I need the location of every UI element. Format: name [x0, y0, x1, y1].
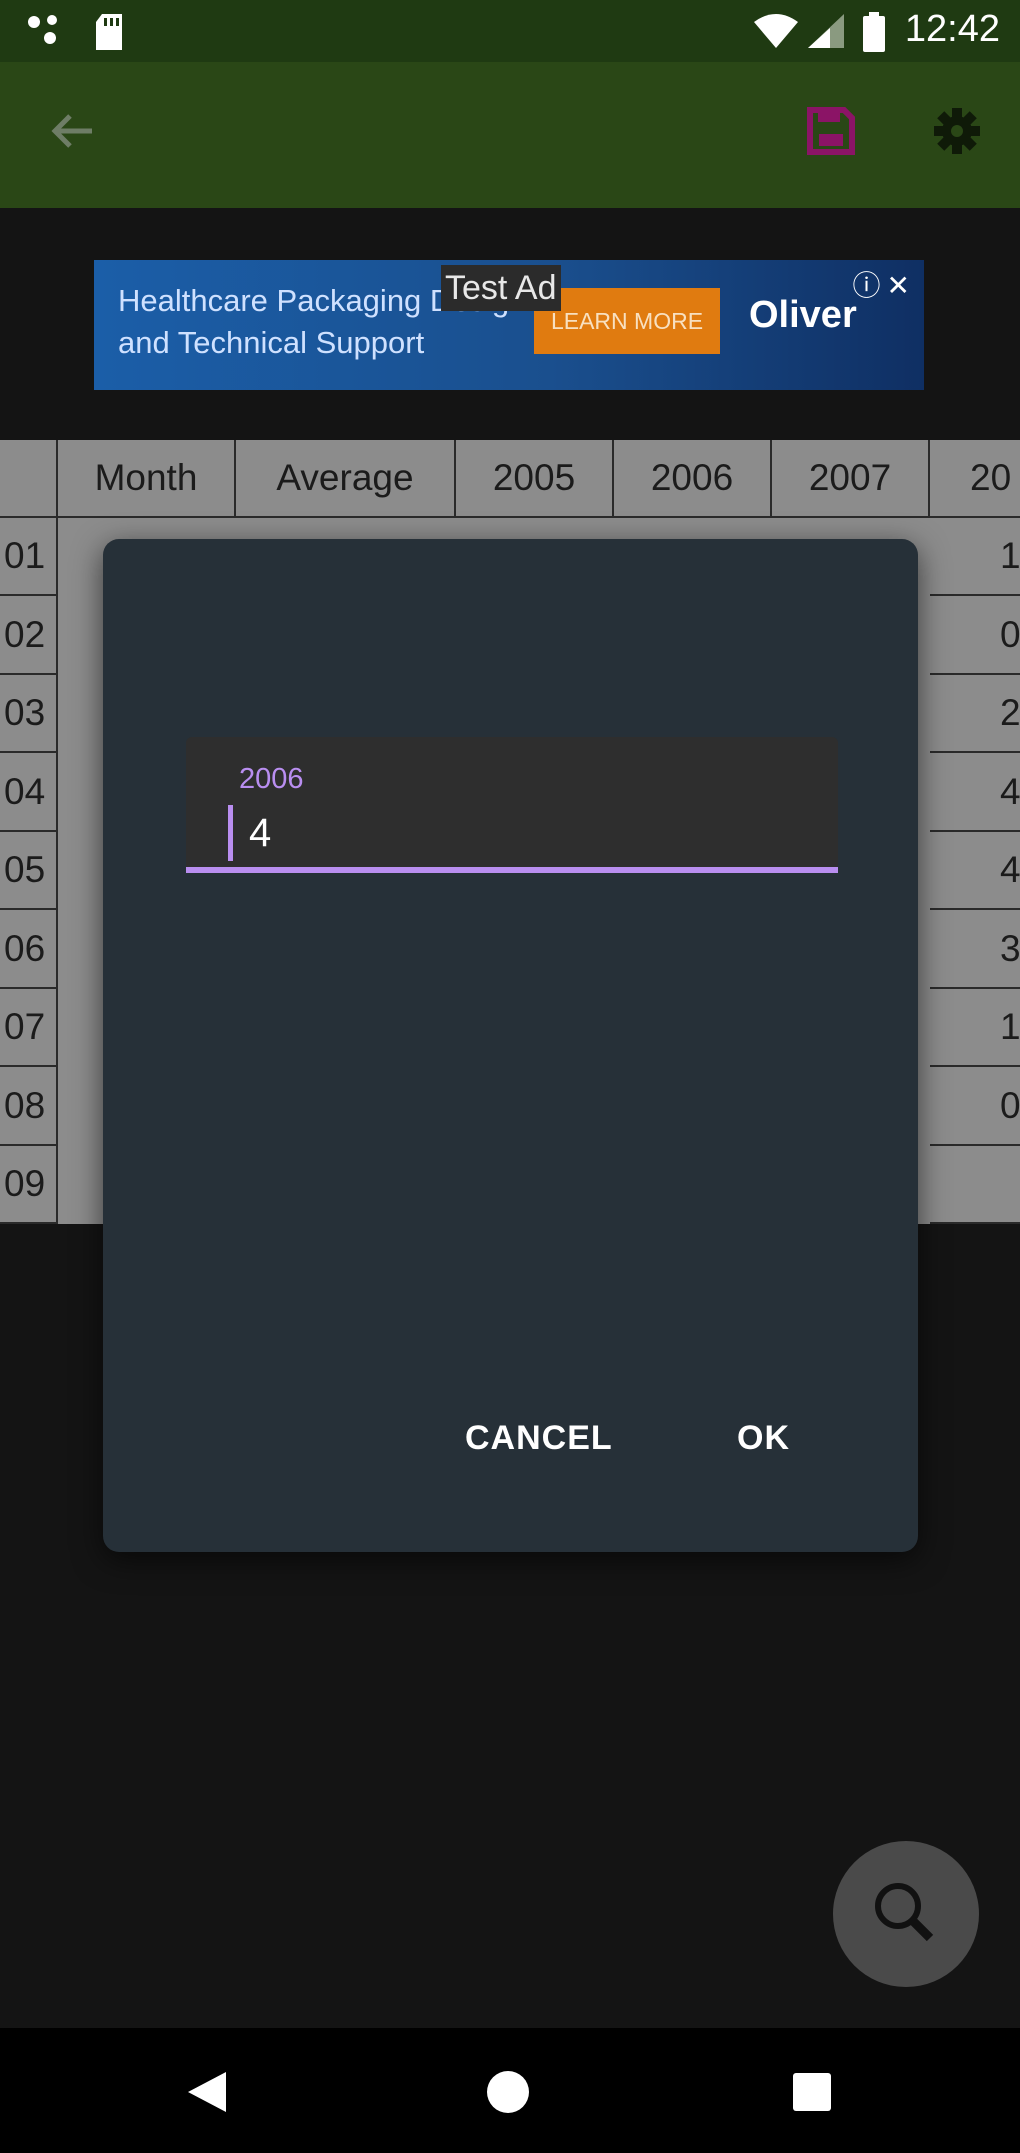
recents-square-icon[interactable] [792, 2072, 832, 2112]
table-cell[interactable] [930, 1146, 1020, 1224]
table-cell[interactable]: 4 [930, 753, 1020, 832]
row-label: 06 [0, 910, 58, 989]
field-underline [186, 867, 838, 873]
ad-brand-name: Oliver [749, 294, 857, 336]
search-fab[interactable] [833, 1841, 979, 1987]
search-icon [875, 1883, 934, 1942]
notification-dots-icon [28, 15, 57, 44]
table-corner-cell [0, 440, 58, 518]
column-header[interactable]: 2005 [456, 440, 614, 518]
sd-card-icon [96, 14, 122, 50]
row-label: 03 [0, 675, 58, 753]
row-label: 05 [0, 832, 58, 910]
edit-value-dialog: 2006 4 CANCEL OK [103, 539, 918, 1552]
save-icon[interactable] [806, 106, 856, 156]
status-time: 12:42 [904, 8, 1000, 50]
table-cell[interactable]: 0 [930, 1067, 1020, 1146]
ad-brand-logo: Oliver [749, 294, 857, 337]
field-label: 2006 [239, 763, 304, 795]
ad-learn-more-button[interactable]: LEARN MORE [534, 288, 720, 354]
row-label: 09 [0, 1146, 58, 1224]
field-value[interactable]: 4 [228, 805, 271, 861]
gear-icon[interactable] [932, 106, 982, 156]
row-label: 04 [0, 753, 58, 832]
app-toolbar [0, 62, 1020, 208]
column-header[interactable]: 2006 [614, 440, 772, 518]
row-label: 08 [0, 1067, 58, 1146]
table-cell[interactable]: 3 [930, 910, 1020, 989]
system-nav-bar [0, 2028, 1020, 2153]
column-header[interactable]: Month [58, 440, 236, 518]
cancel-button[interactable]: CANCEL [465, 1419, 613, 1458]
table-cell[interactable]: 2 [930, 675, 1020, 753]
home-circle-icon[interactable] [486, 2070, 530, 2114]
table-cell[interactable]: 4 [930, 832, 1020, 910]
table-cell[interactable]: 1 [930, 989, 1020, 1067]
table-cell[interactable]: 0 [930, 596, 1020, 675]
row-label: 07 [0, 989, 58, 1067]
battery-icon [863, 12, 885, 52]
test-ad-label: Test Ad [441, 265, 561, 311]
back-triangle-icon[interactable] [186, 2070, 228, 2114]
row-label: 02 [0, 596, 58, 675]
wifi-icon [754, 14, 798, 48]
status-bar: 12:42 [0, 0, 1020, 62]
column-header[interactable]: 2007 [772, 440, 930, 518]
cell-signal-icon [808, 14, 844, 48]
arrow-left-icon[interactable] [48, 106, 98, 156]
value-input-field[interactable]: 2006 4 [186, 737, 838, 873]
column-header[interactable]: 20 [930, 440, 1020, 518]
ok-button[interactable]: OK [737, 1419, 790, 1458]
table-cell[interactable]: 1 [930, 518, 1020, 596]
row-label: 01 [0, 518, 58, 596]
column-header[interactable]: Average [236, 440, 456, 518]
ad-info-close-icon[interactable]: ⓘ✕ [853, 264, 916, 304]
